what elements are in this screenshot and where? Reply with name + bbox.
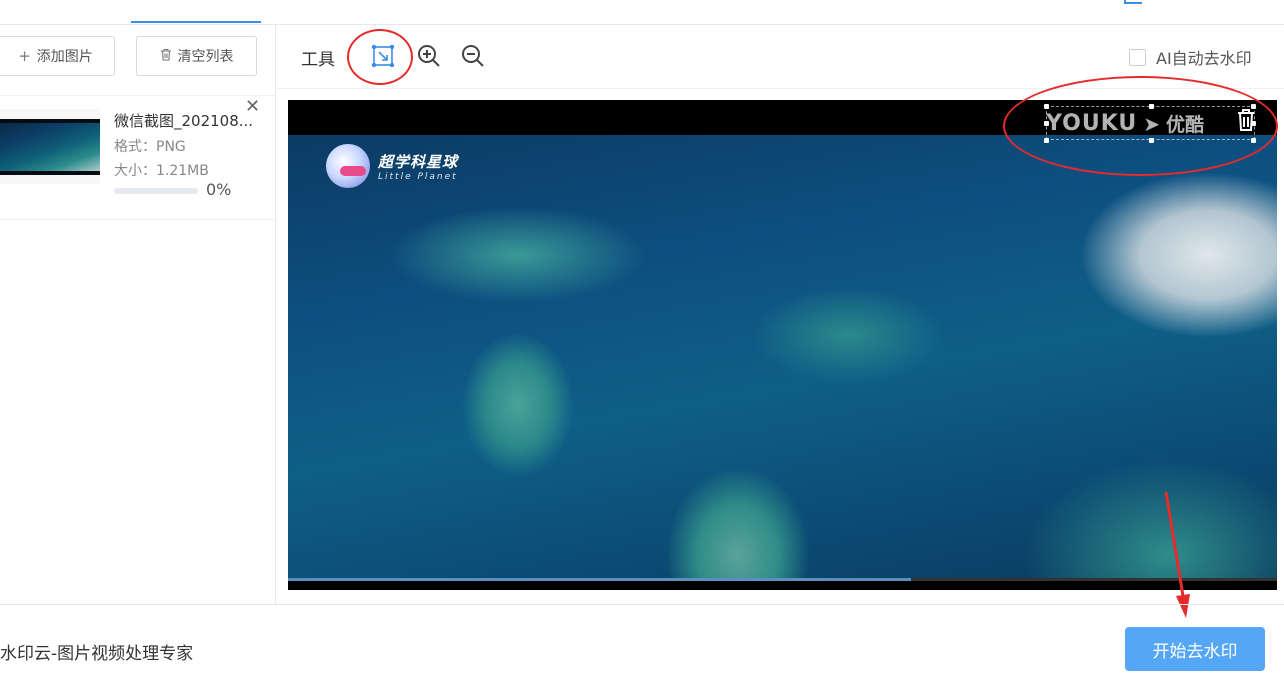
logo-subtitle: Little Planet (378, 171, 458, 182)
video-progress-bar[interactable] (288, 578, 1277, 581)
clear-list-button[interactable]: 清空列表 (136, 36, 257, 76)
planet-logo-icon (326, 144, 370, 188)
tools-label: 工具 (301, 50, 335, 70)
image-logo: 超学科星球 Little Planet (326, 144, 458, 188)
user-icon[interactable] (1124, 0, 1142, 4)
annotation-circle-watermark (1003, 76, 1278, 176)
file-format: 格式：PNG (114, 139, 186, 155)
start-remove-watermark-button[interactable]: 开始去水印 (1125, 627, 1265, 671)
logo-title: 超学科星球 (378, 152, 459, 171)
file-thumbnail (0, 109, 100, 184)
zoom-in-icon[interactable] (414, 41, 444, 71)
preview-image (288, 135, 1277, 579)
ai-auto-remove-option[interactable]: AI自动去水印 (1129, 45, 1252, 69)
file-name: 微信截图_202108... (114, 112, 254, 130)
zoom-out-icon[interactable] (458, 41, 488, 71)
app-window: + 添加图片 清空列表 微信截图_202108... 格式：PNG 大小：1.2… (0, 0, 1284, 681)
clear-list-label: 清空列表 (177, 49, 234, 65)
file-list-panel: + 添加图片 清空列表 微信截图_202108... 格式：PNG 大小：1.2… (0, 25, 276, 604)
annotation-arrow (1164, 491, 1190, 618)
remove-file-icon[interactable]: ✕ (245, 96, 260, 117)
ai-auto-remove-checkbox[interactable] (1129, 48, 1146, 66)
trash-icon (160, 47, 172, 65)
ai-auto-remove-label: AI自动去水印 (1156, 49, 1252, 68)
video-progress-played (288, 578, 912, 581)
add-image-label: 添加图片 (36, 49, 93, 65)
file-progress-text: 0% (206, 180, 232, 199)
file-progress-bar (114, 188, 198, 194)
top-tab-bar (0, 0, 1284, 25)
plus-icon: + (18, 47, 31, 65)
file-list-item[interactable]: 微信截图_202108... 格式：PNG 大小：1.21MB 0% ✕ (0, 95, 276, 220)
active-tab-indicator[interactable] (131, 21, 261, 23)
file-size: 大小：1.21MB (114, 163, 209, 179)
add-image-button[interactable]: + 添加图片 (0, 36, 115, 76)
annotation-circle-tool (347, 29, 413, 85)
app-title: 水印云-图片视频处理专家 (0, 644, 194, 664)
footer-bar: 水印云-图片视频处理专家 开始去水印 (0, 604, 1284, 681)
